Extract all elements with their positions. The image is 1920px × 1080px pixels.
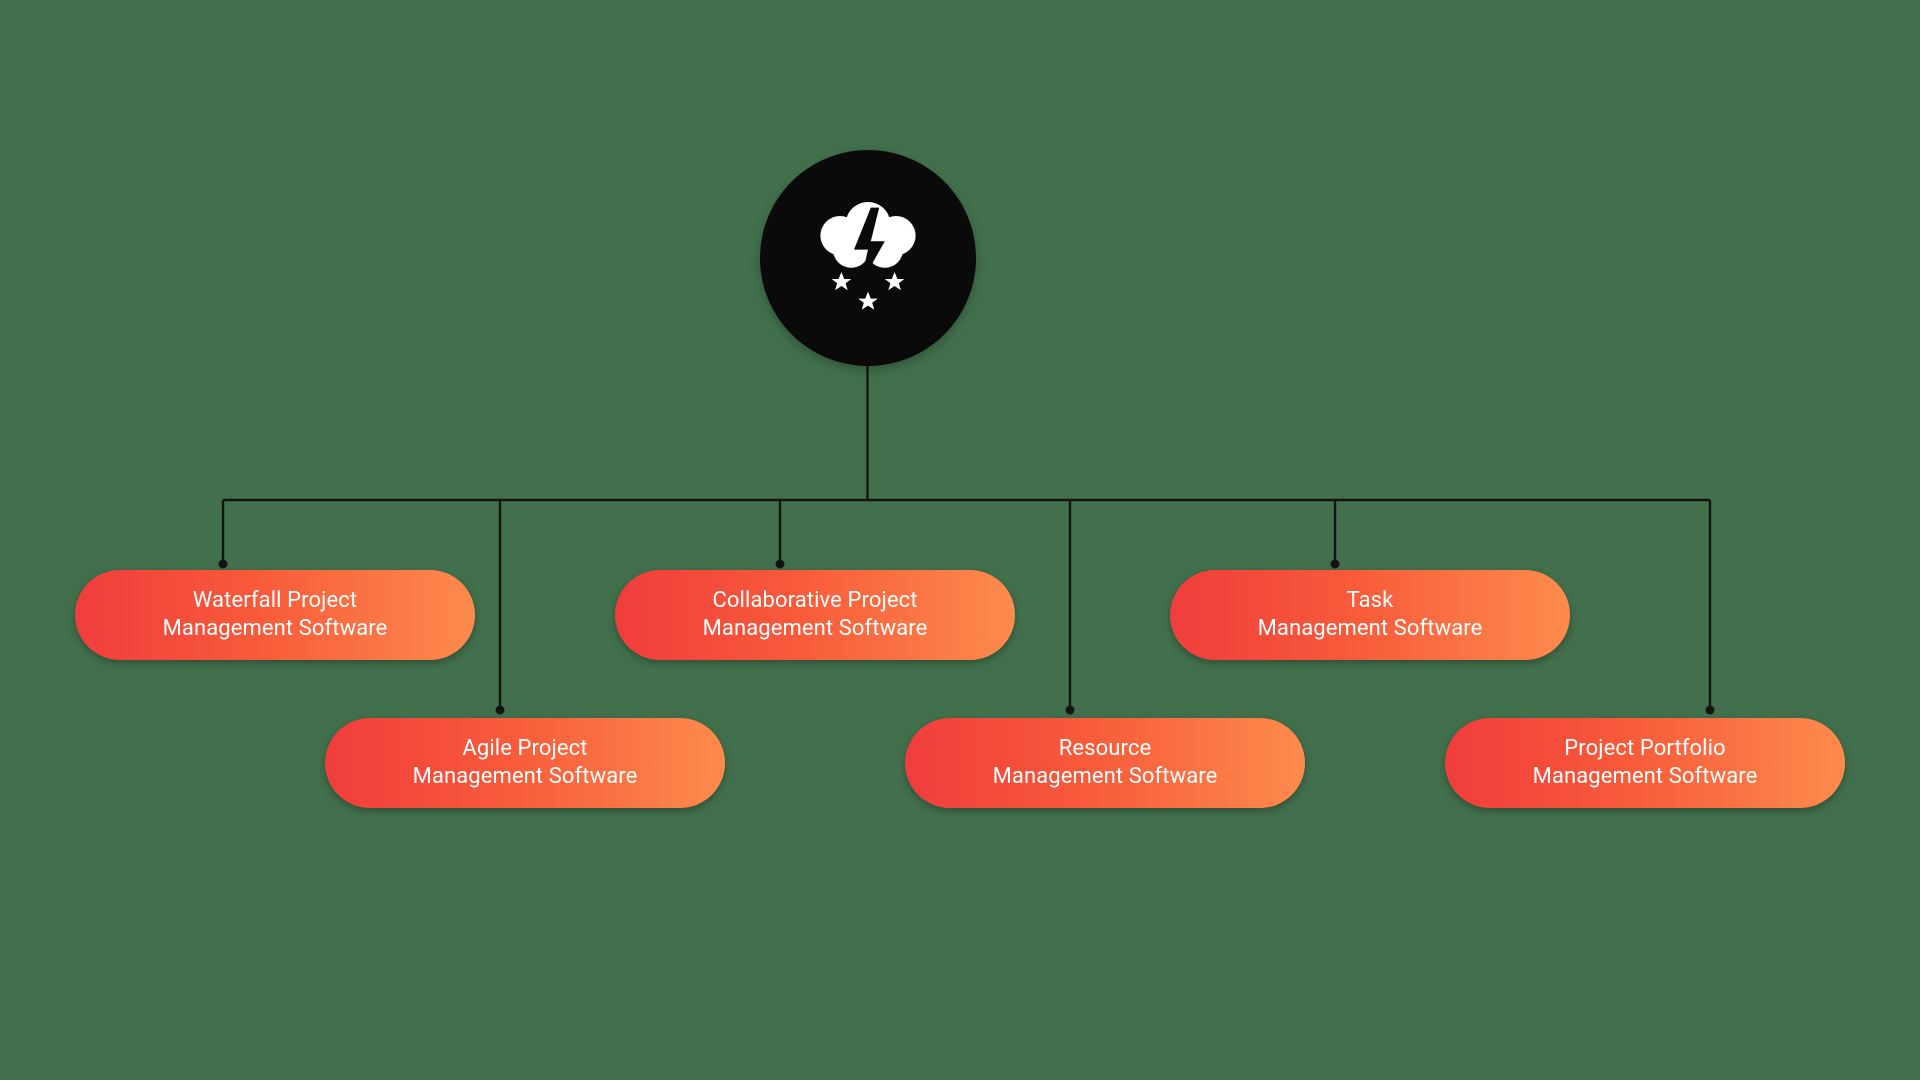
node-label-line2: Management Software (703, 615, 928, 643)
node-label-line2: Management Software (993, 763, 1218, 791)
node-resource: Resource Management Software (905, 718, 1305, 808)
node-waterfall: Waterfall Project Management Software (75, 570, 475, 660)
connector-dot (776, 560, 785, 569)
connector-dot (219, 560, 228, 569)
connector-dot (496, 706, 505, 715)
brainstorm-icon (798, 188, 938, 328)
root-node (760, 150, 976, 366)
node-label-line1: Task (1347, 587, 1394, 615)
node-label-line2: Management Software (1258, 615, 1483, 643)
node-label-line1: Agile Project (462, 735, 587, 763)
node-label-line2: Management Software (413, 763, 638, 791)
node-label-line1: Collaborative Project (712, 587, 917, 615)
connector-dot (1706, 706, 1715, 715)
connector-dot (1066, 706, 1075, 715)
node-agile: Agile Project Management Software (325, 718, 725, 808)
node-label-line1: Project Portfolio (1564, 735, 1725, 763)
diagram-stage: Waterfall Project Management Software Co… (0, 0, 1920, 1080)
node-label-line2: Management Software (163, 615, 388, 643)
node-label-line1: Waterfall Project (193, 587, 357, 615)
connector-dot (1331, 560, 1340, 569)
node-portfolio: Project Portfolio Management Software (1445, 718, 1845, 808)
node-label-line2: Management Software (1533, 763, 1758, 791)
node-collaborative: Collaborative Project Management Softwar… (615, 570, 1015, 660)
node-label-line1: Resource (1059, 735, 1152, 763)
connector-lines (0, 0, 1920, 1080)
node-task: Task Management Software (1170, 570, 1570, 660)
